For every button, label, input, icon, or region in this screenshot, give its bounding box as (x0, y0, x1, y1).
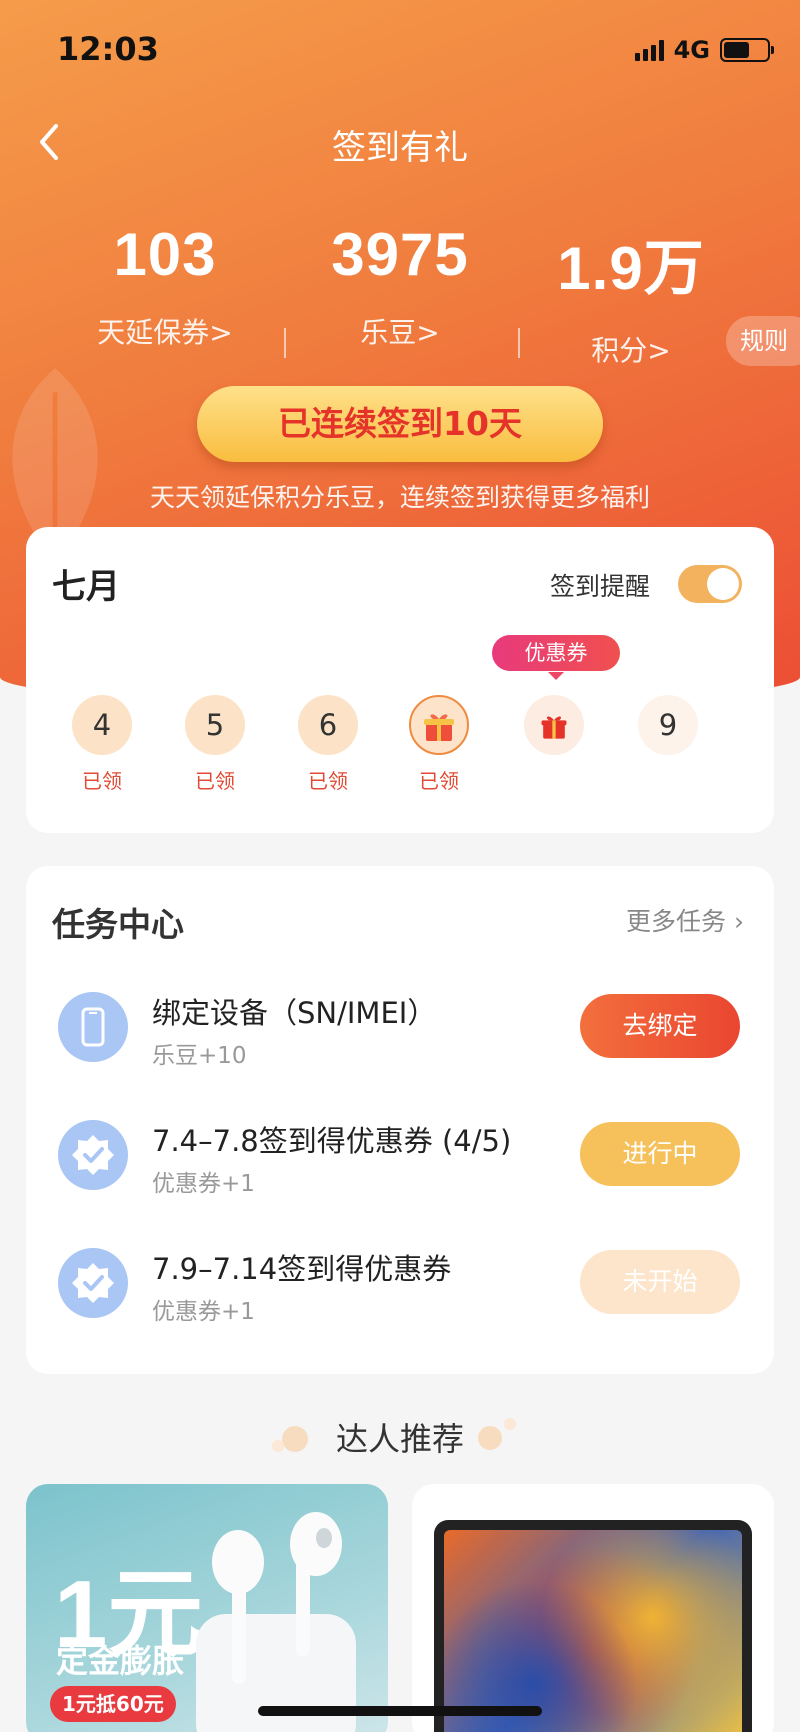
phone-icon (58, 992, 128, 1062)
not-started-button[interactable]: 未开始 (580, 1250, 740, 1314)
day-number: 5 (185, 695, 245, 755)
day-status: 已领 (308, 769, 348, 793)
bind-device-button[interactable]: 去绑定 (580, 994, 740, 1058)
task-row: 7.4–7.8签到得优惠券 (4/5) 优惠券+1 进行中 (26, 1102, 774, 1202)
badge-check-icon (58, 1248, 128, 1318)
task-row: 绑定设备（SN/IMEI） 乐豆+10 去绑定 (26, 974, 774, 1074)
task-reward: 优惠券+1 (152, 1171, 255, 1197)
task-center-title: 任务中心 (52, 905, 184, 944)
stat-value: 1.9万 (557, 235, 705, 302)
day-number: 6 (298, 695, 358, 755)
promo-subline: 定金膨胀 (56, 1642, 185, 1680)
task-name: 7.4–7.8签到得优惠券 (4/5) (152, 1124, 512, 1158)
day-status (628, 765, 708, 789)
product-card-tablet[interactable] (412, 1484, 774, 1732)
day-gift (409, 695, 469, 755)
status-bar: 12:03 4G (0, 0, 800, 100)
battery-icon (720, 38, 774, 62)
page-title: 签到有礼 (332, 128, 468, 168)
calendar-day[interactable]: 9 (628, 695, 708, 789)
task-row: 7.9–7.14签到得优惠券 优惠券+1 未开始 (26, 1230, 774, 1330)
stat-value: 3975 (331, 221, 469, 288)
rules-button[interactable]: 规则 (726, 316, 800, 366)
task-name: 绑定设备（SN/IMEI） (152, 996, 437, 1030)
month-label: 七月 (52, 567, 120, 607)
task-reward: 乐豆+10 (152, 1043, 247, 1069)
promo-badge: 1元抵60元 (50, 1686, 176, 1722)
chevron-right-icon: › (734, 907, 744, 936)
calendar-day[interactable]: 4 已领 (62, 695, 142, 793)
day-status: 已领 (195, 769, 235, 793)
day-status: 已领 (82, 769, 122, 793)
tablet-image (434, 1520, 752, 1732)
stat-coupons[interactable]: 103 天延保券> (50, 220, 280, 351)
calendar-card: 七月 签到提醒 优惠券 4 已领 5 已领 6 已领 已领 9 (26, 527, 774, 833)
calendar-day[interactable]: 5 已领 (175, 695, 255, 793)
reminder-toggle[interactable] (678, 565, 742, 603)
tagline: 天天领延保积分乐豆，连续签到获得更多福利 (149, 483, 650, 512)
day-status (514, 765, 594, 789)
task-center-card: 任务中心 更多任务 › 绑定设备（SN/IMEI） 乐豆+10 去绑定 7.4–… (26, 866, 774, 1374)
calendar-day[interactable]: 已领 (399, 695, 479, 793)
decor-dot (504, 1418, 516, 1430)
task-reward: 优惠券+1 (152, 1299, 255, 1325)
nav-bar: 签到有礼 (0, 110, 800, 176)
in-progress-button[interactable]: 进行中 (580, 1122, 740, 1186)
day-gift (524, 695, 584, 755)
day-number: 4 (72, 695, 132, 755)
day-number: 9 (638, 695, 698, 755)
toggle-knob (707, 568, 739, 600)
product-card-earbuds[interactable]: 1元 定金膨胀 1元抵60元 (26, 1484, 388, 1732)
stat-label: 积分> (591, 334, 671, 367)
status-time: 12:03 (57, 30, 159, 68)
recommend-title: 达人推荐 (335, 1420, 464, 1458)
signal-icon (634, 39, 664, 61)
home-indicator (258, 1706, 542, 1716)
earbuds-image (196, 1512, 356, 1732)
gift-icon (541, 716, 567, 739)
stat-ledou[interactable]: 3975 乐豆> (285, 220, 515, 351)
more-tasks-link[interactable]: 更多任务 › (626, 902, 744, 938)
day-status: 已领 (419, 769, 459, 793)
calendar-day[interactable] (514, 695, 594, 789)
network-label: 4G (673, 36, 710, 64)
reminder-label: 签到提醒 (549, 572, 650, 601)
stat-label: 乐豆> (360, 316, 440, 349)
stat-value: 103 (113, 221, 217, 288)
more-tasks-label: 更多任务 (626, 907, 727, 936)
calendar-day[interactable]: 6 已领 (288, 695, 368, 793)
gift-icon (424, 714, 454, 741)
decor-dot (478, 1426, 502, 1450)
task-name: 7.9–7.14签到得优惠券 (152, 1252, 452, 1286)
badge-check-icon (58, 1120, 128, 1190)
sign-in-button[interactable]: 已连续签到10天 (197, 386, 603, 462)
coupon-tooltip: 优惠券 (492, 635, 620, 680)
stat-label: 天延保券> (97, 316, 233, 349)
stat-points[interactable]: 1.9万 积分> (516, 220, 746, 369)
